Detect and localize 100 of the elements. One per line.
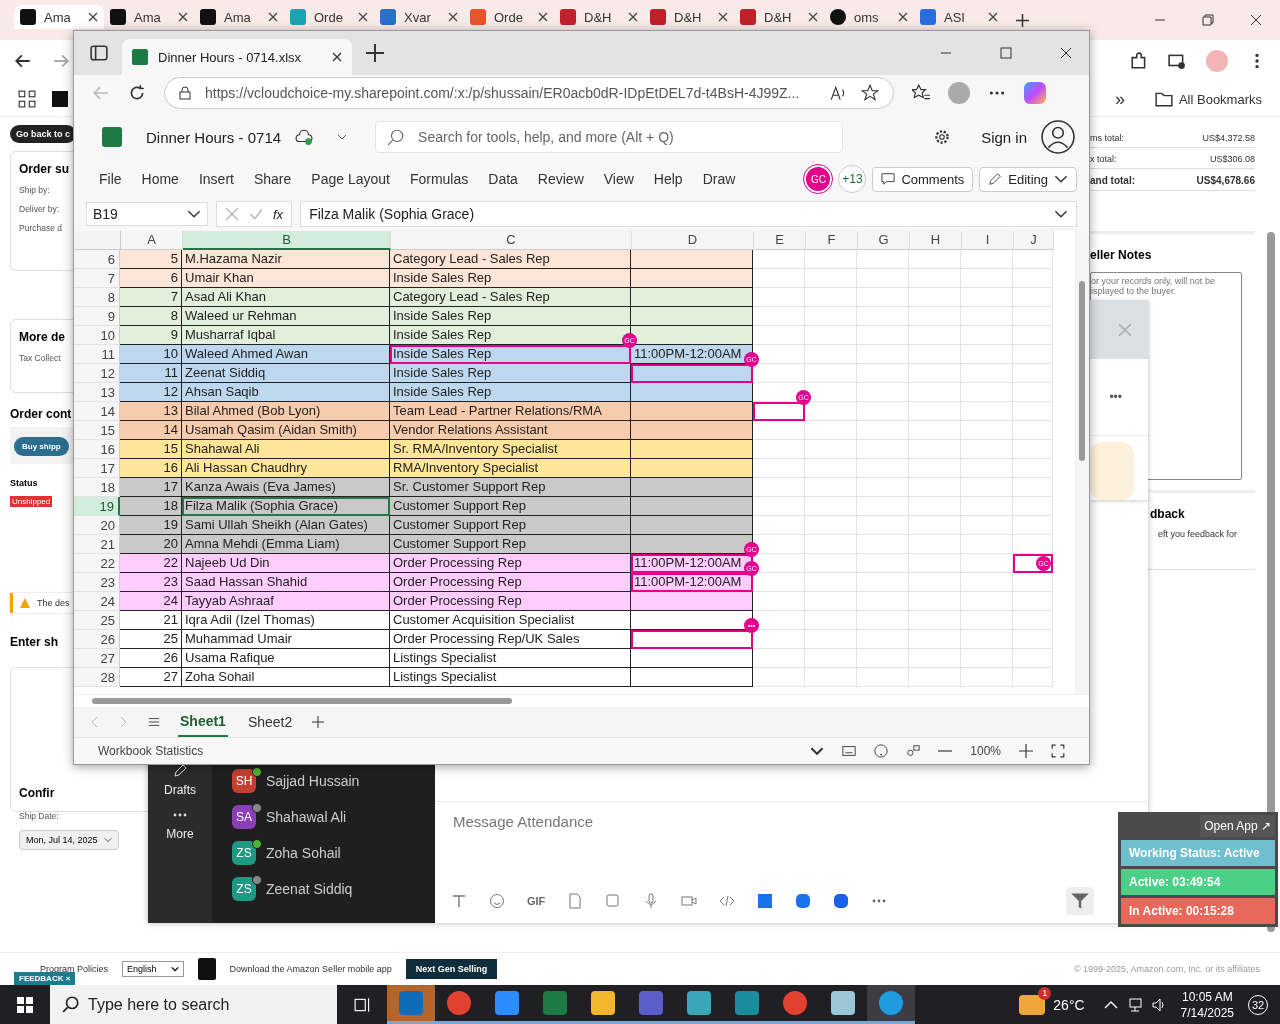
maximize-icon[interactable] — [1000, 47, 1012, 59]
feedback-tab[interactable]: FEEDBACK × — [14, 972, 76, 985]
column-header[interactable]: I — [962, 231, 1014, 250]
row-header[interactable]: 28 — [74, 668, 120, 687]
name-box[interactable]: B19 — [86, 202, 208, 226]
taskbar-app-icon[interactable] — [867, 985, 915, 1024]
column-header[interactable]: C — [391, 231, 632, 250]
user-icon[interactable] — [1041, 120, 1075, 154]
row-header[interactable]: 14 — [74, 402, 120, 421]
video-icon[interactable] — [681, 893, 698, 909]
menu-icon[interactable] — [148, 716, 160, 728]
row-header[interactable]: 11 — [74, 345, 120, 364]
row-header[interactable]: 21 — [74, 535, 120, 554]
row-header[interactable]: 6 — [74, 250, 120, 269]
column-header[interactable]: D — [632, 231, 754, 250]
sign-in-link[interactable]: Sign in — [981, 128, 1027, 146]
row-header[interactable]: 16 — [74, 440, 120, 459]
contact-item[interactable]: ZS Zoha Sohail — [212, 835, 435, 871]
column-header[interactable]: F — [806, 231, 858, 250]
new-tab-icon[interactable] — [1016, 13, 1029, 27]
close-icon[interactable] — [358, 12, 368, 22]
help-icon[interactable] — [874, 744, 889, 758]
browser-tab[interactable]: Ama — [194, 5, 284, 29]
row-header[interactable]: 26 — [74, 630, 120, 649]
row-header[interactable]: 27 — [74, 649, 120, 668]
status-text[interactable]: Workbook Statistics — [98, 744, 204, 758]
keyboard-icon[interactable] — [842, 744, 857, 758]
row-header[interactable]: 25 — [74, 611, 120, 630]
footer-link[interactable]: Program Policies — [40, 964, 109, 974]
ribbon-tab[interactable]: Insert — [198, 171, 234, 187]
column-header[interactable]: A — [121, 231, 183, 250]
close-icon[interactable] — [178, 12, 188, 22]
comments-button[interactable]: Comments — [872, 166, 974, 192]
browser-tab[interactable]: Orde — [284, 5, 374, 29]
bookmark-folder[interactable]: All Bookmarks — [1178, 91, 1262, 107]
ribbon-tab[interactable]: Data — [488, 171, 518, 187]
copilot-icon[interactable] — [1024, 82, 1046, 104]
search-field[interactable]: Type here to search — [50, 985, 337, 1024]
add-sheet-icon[interactable] — [312, 716, 325, 728]
close-icon[interactable] — [448, 12, 458, 22]
ribbon-tab[interactable]: Page Layout — [311, 171, 390, 187]
open-app-button[interactable]: Open App ↗ — [1200, 815, 1275, 837]
file-title[interactable]: Dinner Hours - 0714 — [146, 128, 282, 146]
zoom-in-icon[interactable] — [1019, 744, 1033, 758]
new-tab-icon[interactable] — [366, 44, 384, 62]
check-icon[interactable] — [249, 207, 263, 221]
close-icon[interactable] — [1060, 47, 1072, 59]
column-header[interactable]: G — [858, 231, 910, 250]
ribbon-tab[interactable]: File — [99, 171, 122, 187]
star-icon[interactable] — [861, 84, 879, 102]
row-header[interactable]: 19 — [74, 497, 120, 516]
row-header[interactable]: 10 — [74, 326, 120, 345]
close-icon[interactable] — [332, 52, 342, 62]
browser-tab[interactable]: D&H — [554, 5, 644, 29]
zoom-level[interactable]: 100% — [970, 744, 1001, 758]
browser-tab[interactable]: Dinner Hours - 0714.xlsx — [122, 39, 352, 75]
column-header[interactable]: H — [910, 231, 962, 250]
close-icon[interactable] — [268, 12, 278, 22]
emoji-icon[interactable] — [489, 893, 505, 909]
apps-grid-icon[interactable] — [18, 90, 36, 108]
close-icon[interactable] — [988, 12, 998, 22]
gif-button[interactable]: GIF — [527, 895, 546, 907]
back-arrow-icon[interactable] — [14, 52, 32, 70]
footer-link[interactable]: Download the Amazon Seller mobile app — [229, 964, 392, 974]
function-button[interactable]: fx — [273, 206, 284, 222]
browser-tab[interactable]: Xvar — [374, 5, 464, 29]
task-view-icon[interactable] — [354, 995, 372, 1014]
ribbon-tab[interactable]: Share — [253, 171, 292, 187]
close-icon[interactable] — [898, 12, 908, 22]
code-icon[interactable] — [719, 893, 736, 909]
next-gen-button[interactable]: Next Gen Selling — [405, 959, 498, 979]
row-header[interactable]: 9 — [74, 307, 120, 326]
row-header[interactable]: 15 — [74, 421, 120, 440]
row-header[interactable]: 7 — [74, 269, 120, 288]
feedback-icon[interactable] — [906, 744, 921, 758]
settings-icon[interactable] — [933, 128, 952, 146]
browser-tab[interactable]: D&H — [644, 5, 734, 29]
ribbon-tab[interactable]: Help — [653, 171, 683, 187]
ship-date-dropdown[interactable]: Mon, Jul 14, 2025 — [19, 830, 119, 850]
network-icon[interactable] — [1126, 996, 1143, 1013]
puzzle-icon[interactable] — [1130, 52, 1148, 70]
formula-field[interactable]: Filza Malik (Sophia Grace) — [300, 201, 1077, 227]
column-header[interactable]: E — [754, 231, 806, 250]
nav-item[interactable]: More — [166, 827, 194, 841]
media-icon[interactable] — [1168, 52, 1186, 70]
address-bar[interactable]: https://vcloudchoice-my.sharepoint.com/:x:/p/shussain/ER0acb0dR-IDpEtDEL7d-t4BsH-4J99Z... — [164, 77, 894, 109]
close-icon[interactable] — [718, 12, 728, 22]
favorites-icon[interactable] — [912, 84, 930, 102]
speaker-icon[interactable] — [1150, 996, 1167, 1013]
refresh-icon[interactable] — [128, 84, 146, 102]
row-header[interactable]: 13 — [74, 383, 120, 402]
ribbon-tab[interactable]: Review — [537, 171, 584, 187]
close-icon[interactable] — [808, 12, 818, 22]
contact-item[interactable]: ZS Zeenat Siddiq — [212, 871, 435, 907]
more-bookmarks-button[interactable]: » — [1114, 88, 1125, 110]
sheet-tab[interactable]: Sheet2 — [245, 708, 295, 736]
browser-tab[interactable]: Ama — [104, 5, 194, 29]
browser-tab[interactable]: ASI — [914, 5, 1004, 29]
row-header[interactable]: 18 — [74, 478, 120, 497]
browser-tab[interactable]: D&H — [734, 5, 824, 29]
